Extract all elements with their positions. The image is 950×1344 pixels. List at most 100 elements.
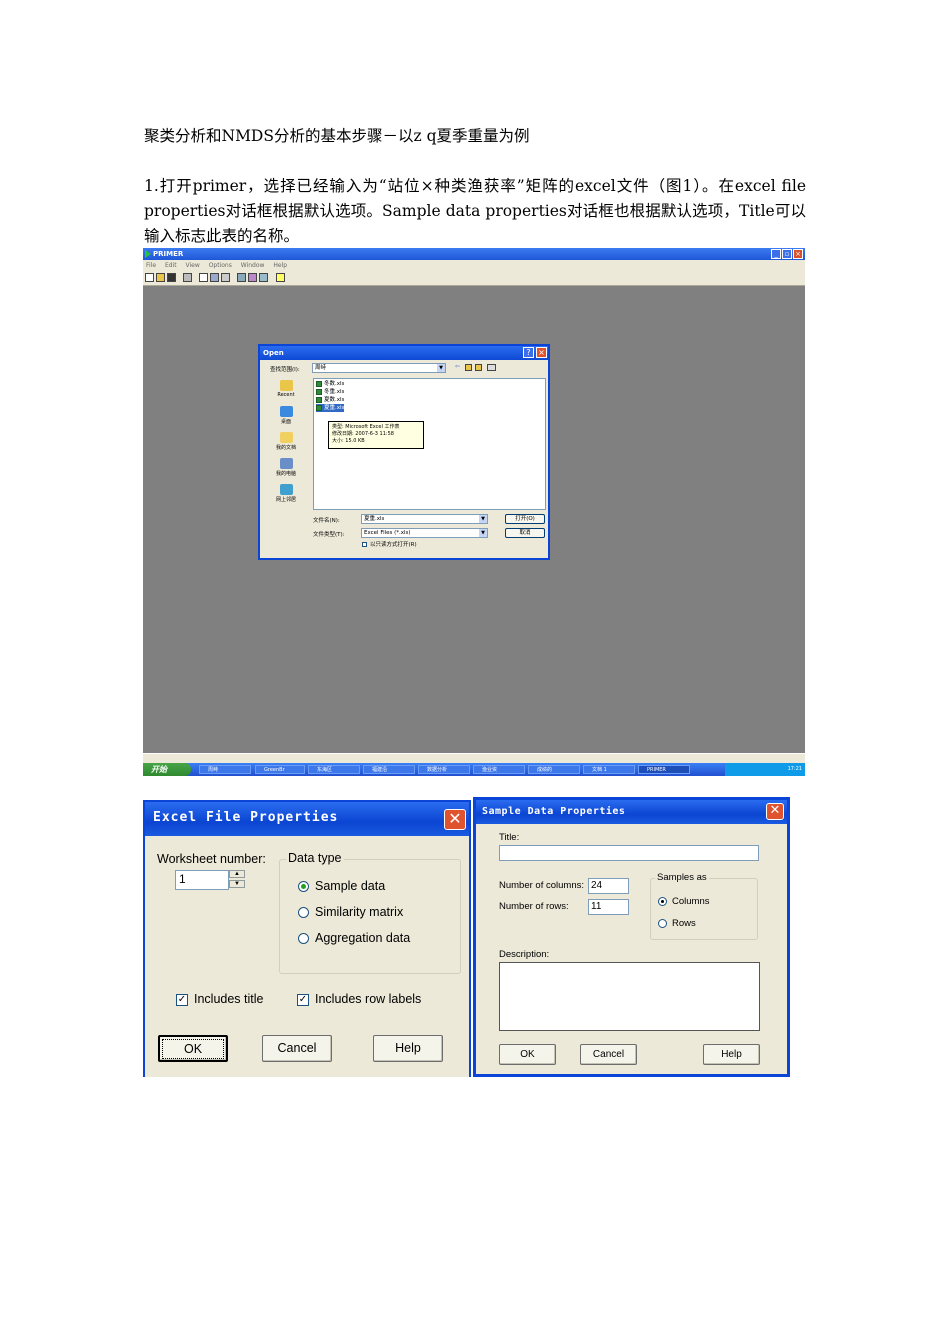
tool-b-icon[interactable] [248,273,257,282]
my-computer-icon [279,458,293,469]
filename-input[interactable]: 夏重.xls ▼ [361,514,488,524]
rows-input[interactable]: 11 [588,899,629,915]
menu-window[interactable]: Window [241,262,265,269]
cut-icon[interactable] [199,273,208,282]
start-button[interactable]: 开始 [143,763,191,776]
paste-icon[interactable] [221,273,230,282]
ok-button[interactable]: OK [158,1035,228,1062]
radio-aggregation-data[interactable] [298,933,309,944]
back-arrow-icon[interactable]: ⇦ [455,364,460,370]
taskbar-item[interactable]: 福建沿 [363,765,415,774]
taskbar-item[interactable]: 周峙 [199,765,251,774]
includes-row-labels-label: Includes row labels [315,992,422,1006]
spin-up-icon[interactable]: ▲ [229,870,245,878]
primer-toolbar [143,271,805,286]
worksheet-input[interactable]: 1 [175,870,229,890]
chevron-down-icon[interactable]: ▼ [479,515,487,523]
place-my-documents[interactable]: 我的文档 [266,432,306,451]
taskbar-item[interactable]: 文档 1 [583,765,635,774]
worksheet-label: Worksheet number: [157,852,266,866]
my-documents-icon [279,432,293,443]
up-folder-icon[interactable] [465,364,472,371]
menu-options[interactable]: Options [209,262,232,269]
help-button[interactable]: Help [373,1035,443,1062]
place-recent[interactable]: Recent [266,380,306,398]
label-columns: Columns [672,896,710,907]
print-icon[interactable] [183,273,192,282]
copy-icon[interactable] [210,273,219,282]
filetype-label: 文件类型(T): [313,532,345,538]
new-file-icon[interactable] [145,273,154,282]
primer-logo-icon [145,250,151,258]
dialog-close-icon[interactable]: × [536,347,547,358]
look-in-combo[interactable]: 周峙 ▼ [312,363,446,373]
taskbar-item[interactable]: 渔业资 [473,765,525,774]
file-item[interactable]: 夏数.xls [316,396,344,404]
description-label: Description: [499,949,550,960]
includes-title-checkbox[interactable]: ✓ [176,994,188,1006]
cancel-button[interactable]: 取消 [505,528,545,538]
help-button[interactable]: Help [703,1044,760,1065]
maximize-icon[interactable]: ▫ [782,249,792,259]
description-textarea[interactable] [499,962,760,1031]
radio-columns[interactable] [658,897,667,906]
dialog-help-icon[interactable]: ? [523,347,534,358]
filename-label: 文件名(N): [313,518,340,524]
readonly-checkbox[interactable] [362,542,367,547]
taskbar-item[interactable]: 东海区 [308,765,360,774]
primer-workspace: Open ? × 查找范围(I): 周峙 ▼ ⇦ Recent 桌面 我的文档 … [143,286,805,753]
file-item-selected[interactable]: 夏重.xls [316,404,345,412]
tool-c-icon[interactable] [259,273,268,282]
cancel-button[interactable]: Cancel [262,1035,332,1062]
system-tray: 17:21 [725,763,805,776]
radio-rows[interactable] [658,919,667,928]
help-question-icon[interactable] [276,273,285,282]
place-my-computer[interactable]: 我的电脑 [266,458,306,477]
radio-sample-data[interactable] [298,881,309,892]
file-item[interactable]: 冬重.xls [316,388,344,396]
network-icon [279,484,293,495]
view-menu-icon[interactable] [487,364,496,371]
place-network[interactable]: 网上邻居 [266,484,306,503]
sample-dialog-title: Sample Data Properties [482,806,626,817]
menu-help[interactable]: Help [273,262,287,269]
close-icon[interactable]: ✕ [766,803,784,820]
taskbar-item[interactable]: GreenBr [255,765,305,774]
menu-view[interactable]: View [186,262,200,269]
open-dialog: Open ? × 查找范围(I): 周峙 ▼ ⇦ Recent 桌面 我的文档 … [258,344,550,560]
taskbar-item[interactable]: 成绩的 [528,765,580,774]
open-button[interactable]: 打开(O) [505,514,545,524]
look-in-label: 查找范围(I): [270,367,300,373]
new-folder-icon[interactable] [475,364,482,371]
title-label: Title: [499,832,520,843]
excel-dialog-title: Excel File Properties [153,810,339,825]
columns-label: Number of columns: [499,880,585,891]
title-input[interactable] [499,845,759,861]
look-in-value: 周峙 [315,365,327,371]
minimize-icon[interactable]: _ [771,249,781,259]
save-icon[interactable] [167,273,176,282]
ok-button[interactable]: OK [499,1044,556,1065]
place-desktop[interactable]: 桌面 [266,406,306,425]
spin-down-icon[interactable]: ▼ [229,880,245,888]
rows-label: Number of rows: [499,901,569,912]
open-folder-icon[interactable] [156,273,165,282]
windows-taskbar: 开始 周峙 GreenBr 东海区 福建沿 数据分析 渔业资 成绩的 文档 1 … [143,763,805,776]
filetype-select[interactable]: Excel Files (*.xls) ▼ [361,528,488,538]
file-item[interactable]: 冬数.xls [316,380,344,388]
cancel-button[interactable]: Cancel [580,1044,637,1065]
taskbar-item-active[interactable]: PRIMER [638,765,690,774]
tool-a-icon[interactable] [237,273,246,282]
menu-edit[interactable]: Edit [165,262,177,269]
taskbar-item[interactable]: 数据分析 [418,765,470,774]
close-icon[interactable]: ✕ [444,809,466,830]
menu-file[interactable]: File [146,262,156,269]
chevron-down-icon[interactable]: ▼ [437,364,445,372]
columns-input[interactable]: 24 [588,878,629,894]
label-rows: Rows [672,918,696,929]
includes-row-labels-checkbox[interactable]: ✓ [297,994,309,1006]
chevron-down-icon[interactable]: ▼ [479,529,487,537]
clock: 17:21 [787,766,802,772]
close-icon[interactable]: × [793,249,803,259]
radio-similarity-matrix[interactable] [298,907,309,918]
